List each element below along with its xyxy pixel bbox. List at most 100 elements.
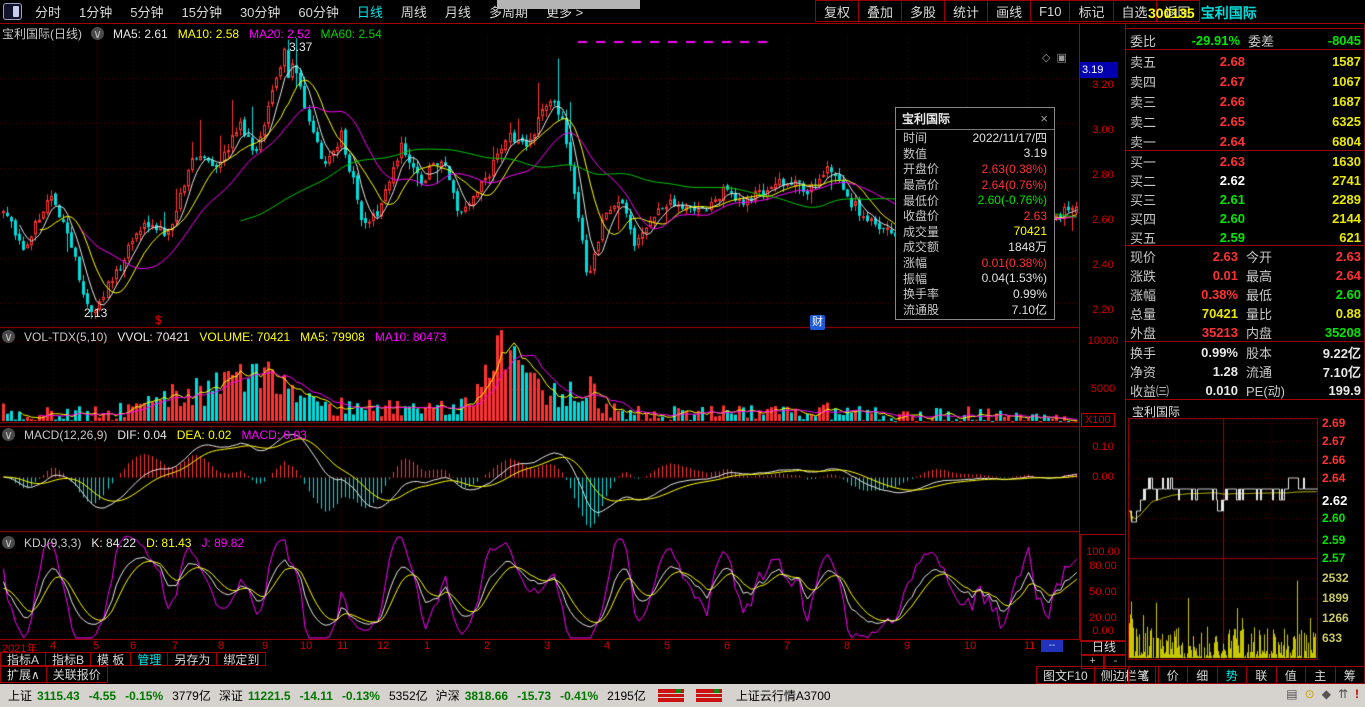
indicator-tab-2[interactable]: 模 板	[91, 652, 131, 666]
status-icon-0[interactable]: ▤	[1286, 687, 1297, 701]
popout-icon[interactable]: ▣	[1056, 51, 1066, 64]
timeline-month[interactable]: 6	[130, 640, 136, 652]
stat-value: 0.99%	[1176, 345, 1238, 360]
marker-diamond-icon[interactable]: ◇	[1042, 51, 1050, 64]
panel-tab-1[interactable]: 价	[1159, 666, 1189, 684]
timeline-month[interactable]: 1	[424, 640, 430, 652]
tooltip-close-icon[interactable]: ×	[1040, 111, 1048, 126]
timeline-month[interactable]: 9	[262, 640, 268, 652]
period-item-1[interactable]: 1分钟	[70, 2, 121, 21]
macd_pane-label-2: DEA: 0.02	[177, 428, 232, 442]
tool-item-4[interactable]: 画线	[988, 0, 1031, 22]
tool-item-2[interactable]: 多股	[902, 0, 945, 22]
sell-label: 卖一	[1130, 132, 1170, 151]
status-icon-4[interactable]: !	[1355, 687, 1359, 701]
timeline-month[interactable]: 7	[784, 640, 790, 652]
buy-volume: 2289	[1245, 192, 1361, 207]
timeline-month[interactable]: 10	[300, 640, 312, 652]
panel-tab-3[interactable]: 势	[1218, 666, 1248, 684]
collapse-icon[interactable]: ∨	[2, 330, 15, 343]
indicator-tab-4[interactable]: 另存为	[168, 652, 217, 666]
timeline-month[interactable]: 6	[724, 640, 730, 652]
tool-item-0[interactable]: 复权	[815, 0, 859, 22]
extension-tab-1[interactable]: 关联报价	[47, 666, 108, 683]
vol_pane-label-0: VOL-TDX(5,10)	[24, 330, 107, 344]
index-name: 上证	[8, 687, 32, 704]
kdj_pane-label-0: KDJ(9,3,3)	[24, 536, 81, 550]
period-item-2[interactable]: 5分钟	[121, 2, 172, 21]
sell-row-3[interactable]: 卖三2.661687	[1126, 91, 1364, 111]
indicator-tab-5[interactable]: 绑定到	[217, 652, 266, 666]
tool-item-5[interactable]: F10	[1031, 0, 1070, 22]
indicator-tab-1[interactable]: 指标B	[46, 652, 91, 666]
timeline-month[interactable]: 11	[337, 640, 348, 652]
collapse-icon[interactable]: ∨	[2, 536, 15, 549]
buy-row-5[interactable]: 买五2.59621	[1126, 227, 1364, 247]
cursor-price-tag: 3.19	[1080, 62, 1118, 78]
period-item-6[interactable]: 日线	[348, 2, 392, 21]
macd-axis-label: 0.00	[1081, 471, 1125, 483]
timeline-month[interactable]: 8	[844, 640, 850, 652]
caifu-badge[interactable]: 财	[810, 315, 825, 330]
period-item-4[interactable]: 30分钟	[231, 2, 289, 21]
tool-item-6[interactable]: 标记	[1070, 0, 1113, 22]
panel-tab-7[interactable]: 筹	[1336, 666, 1365, 684]
timeline-month[interactable]: 9	[904, 640, 910, 652]
period-indicator[interactable]: 日线	[1081, 640, 1127, 655]
panel-tab-2[interactable]: 细	[1188, 666, 1218, 684]
extension-tab-0[interactable]: 扩展∧	[0, 666, 47, 683]
intraday-mini-chart[interactable]	[1128, 418, 1318, 660]
top-menu-bar: 分时1分钟5分钟15分钟30分钟60分钟日线周线月线多周期更多 > 复权叠加多股…	[0, 0, 1365, 24]
main-axis-label: 3.20	[1081, 79, 1125, 91]
tooltip-title-bar: 宝利国际 ×	[896, 108, 1054, 130]
timeline-collapse-button[interactable]: --	[1041, 640, 1063, 652]
sell-row-5[interactable]: 卖五2.681587	[1126, 51, 1364, 71]
period-item-0[interactable]: 分时	[26, 2, 70, 21]
timeline-month[interactable]: 2	[484, 640, 490, 652]
buy-row-3[interactable]: 买三2.612289	[1126, 189, 1364, 209]
period-item-3[interactable]: 15分钟	[172, 2, 230, 21]
tooltip-row: 最高价2.64(0.76%)	[896, 177, 1054, 193]
sell-row-1[interactable]: 卖一2.646804	[1126, 131, 1364, 151]
sell-row-4[interactable]: 卖四2.671067	[1126, 71, 1364, 91]
index-quote-2[interactable]: 沪深3818.66-15.73-0.41%2195亿	[436, 687, 646, 704]
period-item-5[interactable]: 60分钟	[289, 2, 347, 21]
indicator-tab-3[interactable]: 管理	[131, 652, 168, 666]
graphic-f10-button[interactable]: 图文F10	[1036, 666, 1095, 684]
vol_pane-label-2: VOLUME: 70421	[199, 330, 290, 344]
status-icon-1[interactable]: ⊙	[1305, 687, 1315, 701]
collapse-icon[interactable]: ∨	[2, 428, 15, 441]
timeline-month[interactable]: 3	[544, 640, 550, 652]
buy-row-4[interactable]: 买四2.602144	[1126, 208, 1364, 228]
sell-row-2[interactable]: 卖二2.656325	[1126, 111, 1364, 131]
ma-label-1: MA10: 2.58	[178, 27, 239, 41]
index-quote-1[interactable]: 深证11221.5-14.11-0.13%5352亿	[219, 687, 428, 704]
tooltip-row-label: 成交额	[903, 238, 939, 255]
panel-tab-5[interactable]: 值	[1277, 666, 1307, 684]
sell-price: 2.67	[1170, 74, 1245, 89]
status-icon-2[interactable]: ◆	[1322, 687, 1331, 701]
tool-item-1[interactable]: 叠加	[859, 0, 902, 22]
buy-row-1[interactable]: 买一2.631630	[1126, 151, 1364, 171]
tool-item-3[interactable]: 统计	[945, 0, 988, 22]
timeline-month[interactable]: 11	[1024, 640, 1035, 652]
panel-tab-4[interactable]: 联	[1247, 666, 1277, 684]
tool-menu: 复权叠加多股统计画线F10标记自选返回	[815, 0, 1200, 22]
collapse-icon[interactable]: ∨	[91, 27, 104, 40]
ma-label-2: MA20: 2.52	[249, 27, 310, 41]
panel-tab-6[interactable]: 主	[1306, 666, 1336, 684]
period-item-8[interactable]: 月线	[436, 2, 480, 21]
index-quote-0[interactable]: 上证3115.43-4.55-0.15%3779亿	[8, 687, 211, 704]
timeline-month[interactable]: 5	[664, 640, 670, 652]
timeline-month[interactable]: 4	[604, 640, 610, 652]
period-item-7[interactable]: 周线	[392, 2, 436, 21]
indicator-tab-0[interactable]: 指标A	[0, 652, 46, 666]
timeline-month[interactable]: 12	[377, 640, 389, 652]
sell-label: 卖五	[1130, 52, 1170, 71]
buy-row-2[interactable]: 买二2.622741	[1126, 170, 1364, 190]
app-icon[interactable]	[3, 3, 22, 20]
timeline-month[interactable]: 10	[964, 640, 976, 652]
panel-tab-0[interactable]: 笔	[1128, 666, 1159, 684]
sell-volume: 6325	[1245, 114, 1361, 129]
status-icon-3[interactable]: ⇈	[1338, 687, 1348, 701]
